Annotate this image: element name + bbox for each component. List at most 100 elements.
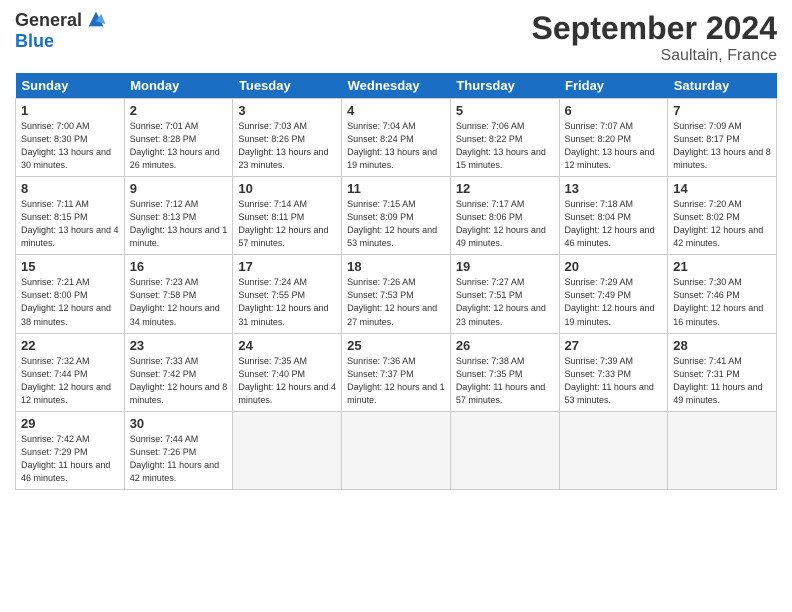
day-number: 14 (673, 181, 771, 196)
day-number: 1 (21, 103, 119, 118)
day-cell: 21 Sunrise: 7:30 AMSunset: 7:46 PMDayligh… (668, 255, 777, 333)
day-number: 13 (565, 181, 663, 196)
day-number: 6 (565, 103, 663, 118)
day-info: Sunrise: 7:41 AMSunset: 7:31 PMDaylight:… (673, 355, 771, 407)
day-number: 2 (130, 103, 228, 118)
day-info: Sunrise: 7:23 AMSunset: 7:58 PMDaylight:… (130, 276, 228, 328)
day-number: 9 (130, 181, 228, 196)
day-info: Sunrise: 7:39 AMSunset: 7:33 PMDaylight:… (565, 355, 663, 407)
header-row: SundayMondayTuesdayWednesdayThursdayFrid… (16, 73, 777, 99)
day-cell: 25 Sunrise: 7:36 AMSunset: 7:37 PMDayligh… (342, 333, 451, 411)
day-cell: 5 Sunrise: 7:06 AMSunset: 8:22 PMDaylight… (450, 99, 559, 177)
day-cell: 11 Sunrise: 7:15 AMSunset: 8:09 PMDayligh… (342, 177, 451, 255)
day-info: Sunrise: 7:42 AMSunset: 7:29 PMDaylight:… (21, 433, 119, 485)
calendar-title: September 2024 (532, 10, 777, 47)
day-cell: 23 Sunrise: 7:33 AMSunset: 7:42 PMDayligh… (124, 333, 233, 411)
day-cell: 29 Sunrise: 7:42 AMSunset: 7:29 PMDayligh… (16, 411, 125, 489)
day-number: 20 (565, 259, 663, 274)
day-cell (668, 411, 777, 489)
day-info: Sunrise: 7:21 AMSunset: 8:00 PMDaylight:… (21, 276, 119, 328)
day-info: Sunrise: 7:07 AMSunset: 8:20 PMDaylight:… (565, 120, 663, 172)
day-info: Sunrise: 7:32 AMSunset: 7:44 PMDaylight:… (21, 355, 119, 407)
day-number: 4 (347, 103, 445, 118)
day-cell: 19 Sunrise: 7:27 AMSunset: 7:51 PMDayligh… (450, 255, 559, 333)
day-number: 29 (21, 416, 119, 431)
logo-blue-text: Blue (15, 31, 54, 51)
day-cell: 6 Sunrise: 7:07 AMSunset: 8:20 PMDaylight… (559, 99, 668, 177)
day-info: Sunrise: 7:33 AMSunset: 7:42 PMDaylight:… (130, 355, 228, 407)
day-info: Sunrise: 7:12 AMSunset: 8:13 PMDaylight:… (130, 198, 228, 250)
day-cell: 7 Sunrise: 7:09 AMSunset: 8:17 PMDaylight… (668, 99, 777, 177)
day-info: Sunrise: 7:38 AMSunset: 7:35 PMDaylight:… (456, 355, 554, 407)
day-info: Sunrise: 7:30 AMSunset: 7:46 PMDaylight:… (673, 276, 771, 328)
day-info: Sunrise: 7:14 AMSunset: 8:11 PMDaylight:… (238, 198, 336, 250)
day-info: Sunrise: 7:18 AMSunset: 8:04 PMDaylight:… (565, 198, 663, 250)
day-cell (559, 411, 668, 489)
day-cell: 18 Sunrise: 7:26 AMSunset: 7:53 PMDayligh… (342, 255, 451, 333)
day-number: 27 (565, 338, 663, 353)
day-cell: 2Sunrise: 7:01 AMSunset: 8:28 PMDaylight… (124, 99, 233, 177)
day-cell: 30 Sunrise: 7:44 AMSunset: 7:26 PMDayligh… (124, 411, 233, 489)
day-info: Sunrise: 7:35 AMSunset: 7:40 PMDaylight:… (238, 355, 336, 407)
day-number: 28 (673, 338, 771, 353)
day-number: 10 (238, 181, 336, 196)
day-info: Sunrise: 7:06 AMSunset: 8:22 PMDaylight:… (456, 120, 554, 172)
week-row-1: 8Sunrise: 7:11 AMSunset: 8:15 PMDaylight… (16, 177, 777, 255)
day-cell: 28 Sunrise: 7:41 AMSunset: 7:31 PMDayligh… (668, 333, 777, 411)
day-info: Sunrise: 7:04 AMSunset: 8:24 PMDaylight:… (347, 120, 445, 172)
day-number: 16 (130, 259, 228, 274)
day-number: 25 (347, 338, 445, 353)
day-cell: 15Sunrise: 7:21 AMSunset: 8:00 PMDayligh… (16, 255, 125, 333)
day-number: 30 (130, 416, 228, 431)
week-row-0: 1 Sunrise: 7:00 AMSunset: 8:30 PMDaylight… (16, 99, 777, 177)
day-info: Sunrise: 7:36 AMSunset: 7:37 PMDaylight:… (347, 355, 445, 407)
day-info: Sunrise: 7:00 AMSunset: 8:30 PMDaylight:… (21, 120, 119, 172)
header: General Blue September 2024 Saultain, Fr… (15, 10, 777, 65)
day-info: Sunrise: 7:03 AMSunset: 8:26 PMDaylight:… (238, 120, 336, 172)
day-number: 21 (673, 259, 771, 274)
title-block: September 2024 Saultain, France (532, 10, 777, 65)
day-cell: 12Sunrise: 7:17 AMSunset: 8:06 PMDayligh… (450, 177, 559, 255)
day-cell: 4 Sunrise: 7:04 AMSunset: 8:24 PMDaylight… (342, 99, 451, 177)
day-cell: 22 Sunrise: 7:32 AMSunset: 7:44 PMDayligh… (16, 333, 125, 411)
day-cell: 16 Sunrise: 7:23 AMSunset: 7:58 PMDayligh… (124, 255, 233, 333)
day-cell (450, 411, 559, 489)
day-cell (233, 411, 342, 489)
day-cell: 27 Sunrise: 7:39 AMSunset: 7:33 PMDayligh… (559, 333, 668, 411)
day-cell: 13 Sunrise: 7:18 AMSunset: 8:04 PMDayligh… (559, 177, 668, 255)
day-cell: 26 Sunrise: 7:38 AMSunset: 7:35 PMDayligh… (450, 333, 559, 411)
col-header-friday: Friday (559, 73, 668, 99)
logo-icon (85, 8, 107, 30)
day-number: 17 (238, 259, 336, 274)
day-cell: 20Sunrise: 7:29 AMSunset: 7:49 PMDayligh… (559, 255, 668, 333)
day-cell: 17Sunrise: 7:24 AMSunset: 7:55 PMDayligh… (233, 255, 342, 333)
week-row-4: 29 Sunrise: 7:42 AMSunset: 7:29 PMDayligh… (16, 411, 777, 489)
day-cell: 14 Sunrise: 7:20 AMSunset: 8:02 PMDayligh… (668, 177, 777, 255)
day-cell: 1 Sunrise: 7:00 AMSunset: 8:30 PMDaylight… (16, 99, 125, 177)
day-cell: 24Sunrise: 7:35 AMSunset: 7:40 PMDayligh… (233, 333, 342, 411)
col-header-thursday: Thursday (450, 73, 559, 99)
col-header-wednesday: Wednesday (342, 73, 451, 99)
day-info: Sunrise: 7:20 AMSunset: 8:02 PMDaylight:… (673, 198, 771, 250)
calendar-table: SundayMondayTuesdayWednesdayThursdayFrid… (15, 73, 777, 490)
day-number: 23 (130, 338, 228, 353)
day-cell: 8Sunrise: 7:11 AMSunset: 8:15 PMDaylight… (16, 177, 125, 255)
day-number: 22 (21, 338, 119, 353)
day-number: 5 (456, 103, 554, 118)
day-number: 7 (673, 103, 771, 118)
day-number: 26 (456, 338, 554, 353)
day-info: Sunrise: 7:11 AMSunset: 8:15 PMDaylight:… (21, 198, 119, 250)
day-info: Sunrise: 7:09 AMSunset: 8:17 PMDaylight:… (673, 120, 771, 172)
day-info: Sunrise: 7:15 AMSunset: 8:09 PMDaylight:… (347, 198, 445, 250)
day-cell (342, 411, 451, 489)
col-header-sunday: Sunday (16, 73, 125, 99)
day-info: Sunrise: 7:26 AMSunset: 7:53 PMDaylight:… (347, 276, 445, 328)
day-info: Sunrise: 7:44 AMSunset: 7:26 PMDaylight:… (130, 433, 228, 485)
day-info: Sunrise: 7:27 AMSunset: 7:51 PMDaylight:… (456, 276, 554, 328)
day-number: 11 (347, 181, 445, 196)
col-header-tuesday: Tuesday (233, 73, 342, 99)
logo-text: General (15, 11, 82, 31)
day-number: 19 (456, 259, 554, 274)
day-number: 18 (347, 259, 445, 274)
logo: General Blue (15, 10, 107, 52)
